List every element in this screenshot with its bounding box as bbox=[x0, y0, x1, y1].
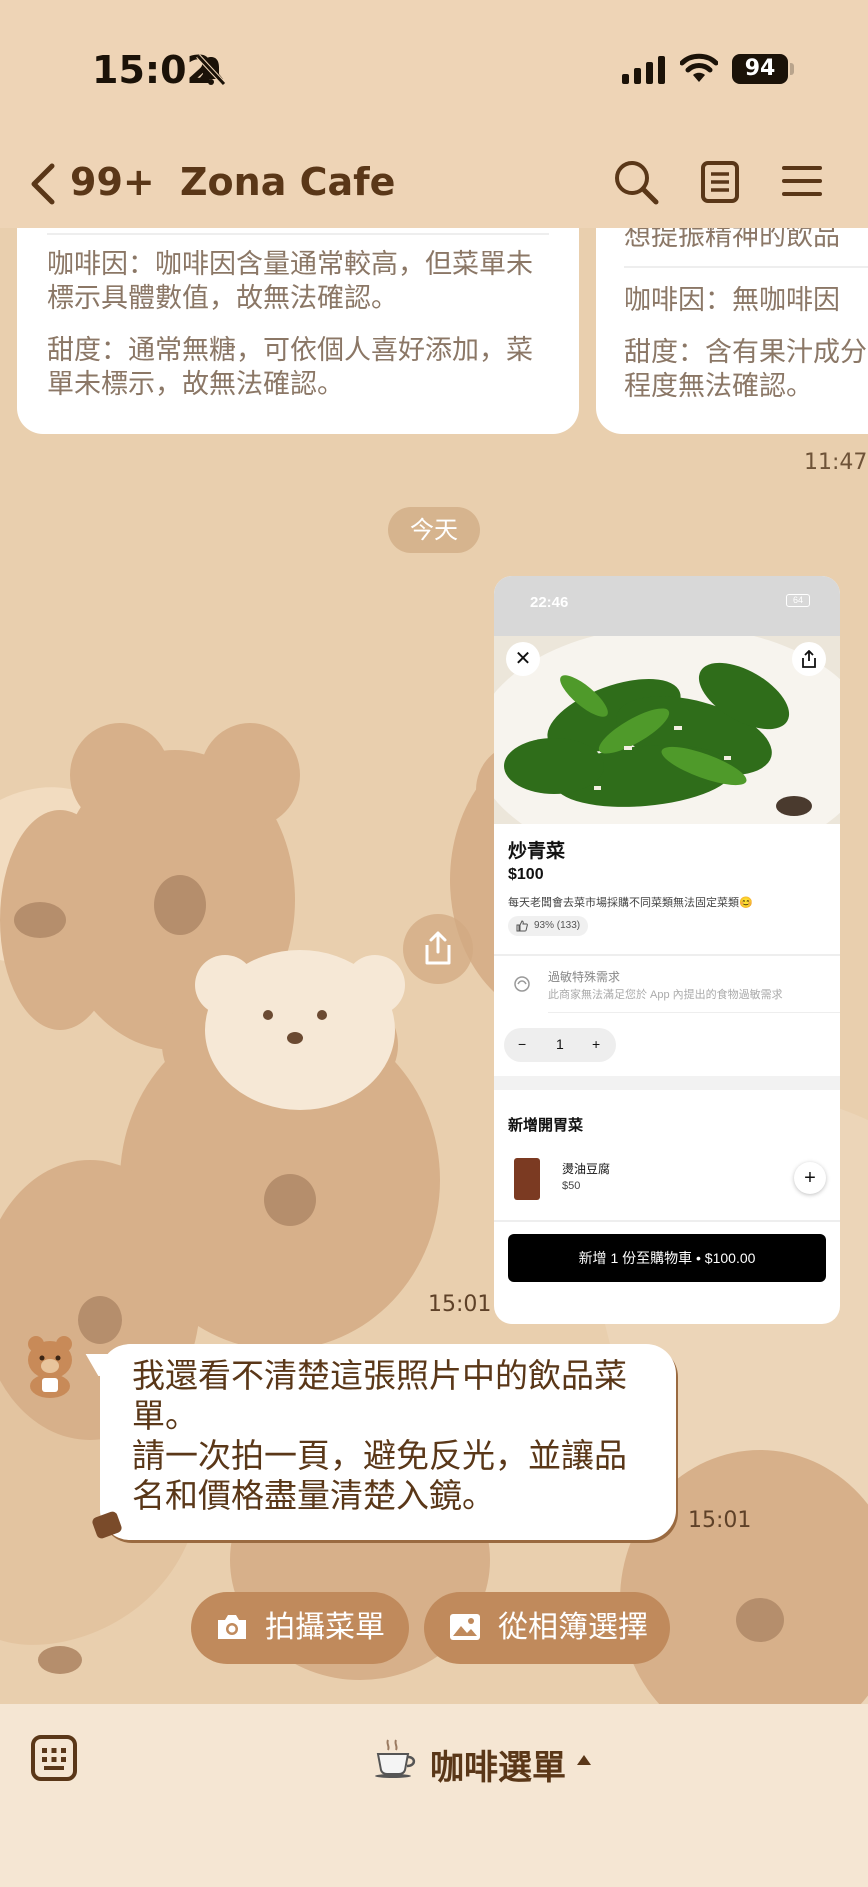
keyboard-icon[interactable] bbox=[30, 1734, 78, 1782]
battery-indicator: 94 bbox=[732, 54, 788, 84]
screenshot-share-icon bbox=[792, 642, 826, 676]
status-time: 15:02 bbox=[92, 48, 213, 92]
dish-photo bbox=[494, 636, 840, 824]
card-sweetness-text: 甜度：通常無糖，可依個人喜好添加，菜單未標示，故無法確認。 bbox=[47, 335, 533, 400]
date-separator: 今天 bbox=[388, 507, 480, 553]
divider bbox=[494, 954, 840, 956]
section-gap bbox=[494, 1076, 840, 1090]
quantity-stepper: − 1 + bbox=[504, 1028, 616, 1062]
card-caffeine-text: 咖啡因：無咖啡因 bbox=[624, 285, 840, 316]
flex-card-right[interactable]: 想提振精神的飲品 咖啡因：無咖啡因 甜度：含有果汁成分程度無法確認。 bbox=[596, 200, 868, 434]
image-icon bbox=[450, 1614, 480, 1640]
bot-avatar[interactable] bbox=[22, 1332, 78, 1398]
rating-text: 93% (133) bbox=[534, 920, 581, 931]
card-sweetness-text: 甜度：含有果汁成分程度無法確認。 bbox=[624, 337, 867, 402]
wifi-icon bbox=[680, 53, 718, 82]
add-to-cart-button: 新增 1 份至購物車 • $100.00 bbox=[508, 1234, 826, 1282]
menu-icon[interactable] bbox=[782, 164, 822, 198]
quick-reply-camera-label: 拍攝菜單 bbox=[265, 1610, 385, 1645]
top-bar: 15:02 94 99+ Zona Cafe bbox=[0, 0, 868, 228]
flex-card-left[interactable]: 咖啡因：咖啡因含量通常較高，但菜單未標示具體數值，故無法確認。 甜度：通常無糖，… bbox=[17, 200, 579, 434]
message-timestamp: 15:01 bbox=[688, 1508, 752, 1533]
addon-plus-icon: + bbox=[794, 1162, 826, 1194]
bot-message-line: 我還看不清楚這張照片中的飲品菜單。 bbox=[132, 1356, 627, 1435]
quick-reply-camera-button[interactable]: 拍攝菜單 bbox=[191, 1592, 409, 1664]
bot-message-bubble: 我還看不清楚這張照片中的飲品菜單。 請一次拍一頁，避免反光，並讓品名和價格盡量清… bbox=[85, 1344, 676, 1540]
quantity-value: 1 bbox=[556, 1036, 564, 1052]
thumbs-up-icon bbox=[516, 920, 528, 932]
bot-message-line: 請一次拍一頁，避免反光，並讓品名和價格盡量清楚入鏡。 bbox=[132, 1436, 627, 1515]
addon-price: $50 bbox=[562, 1180, 581, 1192]
back-chevron-icon[interactable] bbox=[28, 162, 58, 206]
divider bbox=[494, 1220, 840, 1222]
caret-up-icon[interactable] bbox=[576, 1754, 592, 1766]
camera-icon bbox=[218, 1615, 246, 1639]
card-divider bbox=[47, 233, 549, 235]
quick-reply-album-label: 從相簿選擇 bbox=[498, 1610, 648, 1645]
card-divider bbox=[624, 266, 868, 268]
share-button[interactable] bbox=[403, 914, 473, 984]
search-icon[interactable] bbox=[612, 158, 660, 206]
addon-thumbnail bbox=[514, 1158, 540, 1200]
dish-rating: 93% (133) bbox=[508, 916, 589, 936]
bell-muted-icon bbox=[196, 54, 226, 86]
message-timestamp: 11:47 bbox=[804, 450, 868, 475]
chat-title[interactable]: Zona Cafe bbox=[180, 160, 395, 204]
share-icon bbox=[425, 931, 451, 965]
screenshot-status-time: 22:46 bbox=[530, 594, 569, 611]
signal-icon bbox=[622, 56, 665, 84]
battery-tip bbox=[790, 63, 794, 75]
message-timestamp: 15:01 bbox=[428, 1292, 492, 1317]
allergy-subtitle: 此商家無法滿足您於 App 內提出的食物過敏需求 bbox=[548, 989, 783, 1001]
dish-description: 每天老闆會去菜市場採購不同菜類無法固定菜類😊 bbox=[508, 897, 753, 909]
divider bbox=[548, 1012, 840, 1013]
addon-name: 燙油豆腐 bbox=[562, 1162, 611, 1176]
screenshot-close-icon: ✕ bbox=[506, 642, 540, 676]
back-count[interactable]: 99+ bbox=[70, 160, 155, 204]
allergy-icon bbox=[514, 976, 530, 992]
dish-price: $100 bbox=[508, 866, 544, 883]
bottom-bar: 咖啡選單 bbox=[0, 1704, 868, 1887]
allergy-title: 過敏特殊需求 bbox=[548, 970, 621, 984]
notes-icon[interactable] bbox=[700, 160, 740, 204]
coffee-icon[interactable] bbox=[374, 1738, 420, 1778]
quick-reply-album-button[interactable]: 從相簿選擇 bbox=[424, 1592, 670, 1664]
plus-icon: + bbox=[592, 1036, 601, 1052]
card-caffeine-text: 咖啡因：咖啡因含量通常較高，但菜單未標示具體數值，故無法確認。 bbox=[47, 249, 533, 314]
minus-icon: − bbox=[518, 1036, 527, 1052]
addon-section-title: 新增開胃菜 bbox=[508, 1117, 584, 1134]
image-message-screenshot[interactable]: 22:46 64 ✕ 炒青菜 $100 每天老闆會去菜市場採購不同菜類無法固定菜… bbox=[494, 576, 840, 1324]
screenshot-battery: 64 bbox=[786, 594, 810, 607]
dish-name: 炒青菜 bbox=[508, 841, 566, 862]
rich-menu-toggle[interactable]: 咖啡選單 bbox=[430, 1740, 566, 1789]
